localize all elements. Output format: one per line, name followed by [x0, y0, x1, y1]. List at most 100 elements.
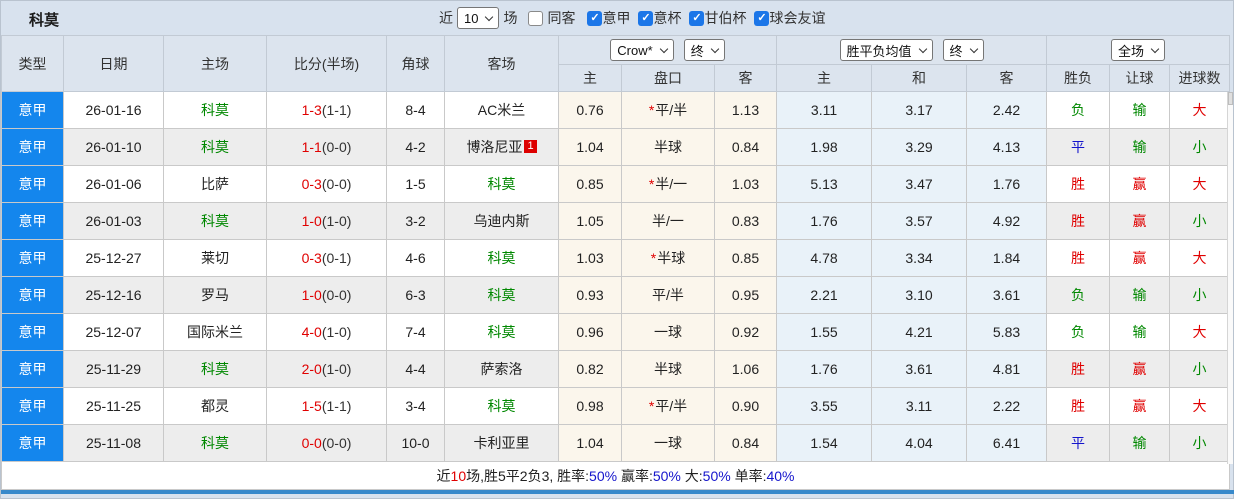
sub-header-goals: 进球数 — [1169, 64, 1231, 92]
score-cell: 0-0(0-0) — [266, 424, 387, 462]
summary-segment: 场,胜5平2负3, 胜率: — [466, 467, 590, 484]
avg-away-cell: 2.22 — [966, 387, 1048, 425]
away-odds-cell: 1.06 — [713, 350, 778, 388]
handicap-result-cell: 输 — [1109, 424, 1171, 462]
page-title: 科莫 — [29, 12, 60, 29]
filter-checkbox-gamper-cup[interactable]: ✓ — [689, 10, 705, 26]
corner-cell: 4-4 — [386, 350, 445, 388]
match-table-body: 意甲 26-01-16 科莫 1-3(1-1) 8-4 AC米兰 0.76 *平/半 1.13 3… — [1, 91, 1231, 462]
match-type-badge: 意甲 — [1, 276, 64, 314]
scope-group-header: 全场 — [1046, 35, 1231, 65]
col-header-type: 类型 — [1, 35, 64, 92]
odds-source-select[interactable]: Crow* — [610, 39, 674, 61]
avg-draw-cell: 3.34 — [871, 239, 968, 277]
summary-segment: 50% — [652, 467, 681, 484]
top-bar: 科莫 近 10 场 同客 ✓ 意甲 ✓ 意杯 ✓ 甘伯杯 ✓ 球会友谊 — [1, 1, 1233, 35]
result-cell: 胜 — [1046, 239, 1111, 277]
filter-checkbox-serie-a[interactable]: ✓ — [587, 10, 603, 26]
home-team: 都灵 — [163, 387, 267, 425]
odds-time-select[interactable]: 终 — [683, 39, 725, 61]
avg-draw-cell: 4.04 — [871, 424, 968, 462]
summary-segment: 40% — [766, 467, 795, 484]
home-odds-cell: 0.76 — [558, 91, 622, 129]
away-odds-cell: 0.84 — [713, 424, 778, 462]
avg-type-select[interactable]: 胜平负均值 — [839, 39, 933, 61]
match-type-badge: 意甲 — [1, 313, 64, 351]
avg-home-cell: 4.78 — [776, 239, 873, 277]
match-row: 意甲 25-11-08 科莫 0-0(0-0) 10-0 卡利亚里 1.04 一球 0.84 1.… — [1, 424, 1231, 462]
match-row: 意甲 26-01-06 比萨 0-3(0-0) 1-5 科莫 0.85 *半/一 1.03 5.1… — [1, 165, 1231, 203]
match-type-badge: 意甲 — [1, 239, 64, 277]
home-odds-cell: 0.96 — [558, 313, 622, 351]
match-type-badge: 意甲 — [1, 91, 64, 129]
result-cell: 胜 — [1046, 202, 1111, 240]
match-date: 26-01-06 — [63, 165, 164, 203]
filter-label-serie-a: 意甲 — [602, 10, 631, 26]
home-team: 科莫 — [163, 350, 267, 388]
avg-home-cell: 3.11 — [776, 91, 873, 129]
match-date: 26-01-10 — [63, 128, 164, 166]
games-label: 场 — [503, 10, 518, 26]
match-date: 26-01-16 — [63, 91, 164, 129]
home-odds-cell: 1.05 — [558, 202, 622, 240]
same-away-label: 同客 — [547, 10, 576, 26]
home-team: 科莫 — [163, 91, 267, 129]
goals-cell: 小 — [1169, 276, 1231, 314]
handicap-result-cell: 输 — [1109, 91, 1171, 129]
away-odds-cell: 0.85 — [713, 239, 778, 277]
sub-header-avg-draw: 和 — [871, 64, 968, 92]
summary-segment: 10 — [450, 467, 467, 484]
result-cell: 平 — [1046, 128, 1111, 166]
vertical-scrollbar[interactable] — [1227, 92, 1233, 464]
match-date: 25-12-16 — [63, 276, 164, 314]
goals-cell: 大 — [1169, 91, 1231, 129]
sub-header-handicap: 盘口 — [621, 64, 715, 92]
match-row: 意甲 25-12-07 国际米兰 4-0(1-0) 7-4 科莫 0.96 一球 0.92 1.5… — [1, 313, 1231, 351]
home-team: 比萨 — [163, 165, 267, 203]
home-team: 科莫 — [163, 202, 267, 240]
handicap-cell: 半/一 — [621, 202, 715, 240]
handicap-cell: *平/半 — [621, 387, 715, 425]
odds-source-value: Crow* — [617, 42, 653, 58]
sub-header-handicap-result: 让球 — [1109, 64, 1171, 92]
handicap-result-cell: 赢 — [1109, 239, 1171, 277]
avg-home-cell: 3.55 — [776, 387, 873, 425]
handicap-cell: *半球 — [621, 239, 715, 277]
avg-home-cell: 1.55 — [776, 313, 873, 351]
filter-checkbox-coppa-italia[interactable]: ✓ — [638, 10, 654, 26]
avg-home-cell: 1.76 — [776, 350, 873, 388]
avg-time-select[interactable]: 终 — [942, 39, 984, 61]
summary-segment: 50% — [702, 467, 731, 484]
result-cell: 平 — [1046, 424, 1111, 462]
sub-header-avg-home: 主 — [776, 64, 873, 92]
home-team: 科莫 — [163, 424, 267, 462]
handicap-cell: 半球 — [621, 128, 715, 166]
away-team: 博洛尼亚 1 — [444, 128, 559, 166]
match-date: 26-01-03 — [63, 202, 164, 240]
home-team: 科莫 — [163, 128, 267, 166]
col-header-away: 客场 — [444, 35, 559, 92]
score-cell: 4-0(1-0) — [266, 313, 387, 351]
result-cell: 胜 — [1046, 350, 1111, 388]
home-odds-cell: 1.04 — [558, 128, 622, 166]
filter-label-club-friendly: 球会友谊 — [769, 10, 826, 26]
goals-cell: 小 — [1169, 424, 1231, 462]
result-cell: 胜 — [1046, 165, 1111, 203]
away-odds-cell: 0.90 — [713, 387, 778, 425]
scroll-up-icon[interactable] — [1228, 92, 1233, 105]
score-cell: 0-3(0-1) — [266, 239, 387, 277]
summary-row: 近10场,胜5平2负3, 胜率:50% 赢率:50% 大:50% 单率:40% — [0, 461, 1231, 490]
chevron-down-icon — [918, 44, 927, 53]
filter-checkbox-club-friendly[interactable]: ✓ — [754, 10, 770, 26]
scope-select[interactable]: 全场 — [1111, 39, 1166, 61]
same-away-checkbox[interactable] — [528, 10, 544, 26]
sub-header-away-odds: 客 — [713, 64, 778, 92]
handicap-result-cell: 输 — [1109, 128, 1171, 166]
away-team: 科莫 — [444, 387, 559, 425]
score-cell: 1-5(1-1) — [266, 387, 387, 425]
result-cell: 胜 — [1046, 387, 1111, 425]
recent-count-select[interactable]: 10 — [457, 7, 500, 29]
avg-away-cell: 1.76 — [966, 165, 1048, 203]
avg-away-cell: 1.84 — [966, 239, 1048, 277]
away-team: 科莫 — [444, 165, 559, 203]
